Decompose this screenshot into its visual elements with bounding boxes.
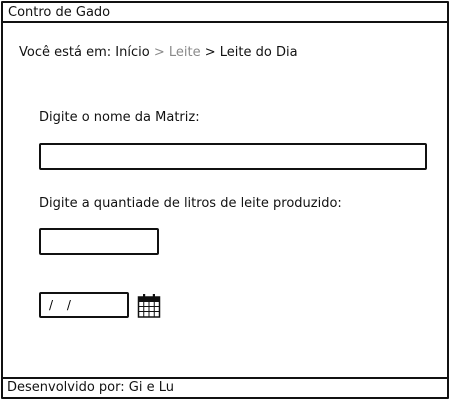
breadcrumb-leite-link[interactable]: Leite xyxy=(169,45,201,60)
litros-input[interactable] xyxy=(39,228,159,255)
window-title: Contro de Gado xyxy=(3,3,447,23)
breadcrumb-home-link[interactable]: Início xyxy=(115,45,149,60)
calendar-icon[interactable] xyxy=(137,293,161,319)
breadcrumb: Você está em: Início > Leite > Leite do … xyxy=(19,45,298,60)
matriz-label: Digite o nome da Matriz: xyxy=(39,110,200,125)
breadcrumb-current: Leite do Dia xyxy=(219,45,298,60)
footer-credit: Desenvolvido por: Gi e Lu xyxy=(3,377,447,397)
matriz-name-input[interactable] xyxy=(39,143,427,170)
breadcrumb-separator: > xyxy=(204,45,216,60)
breadcrumb-prefix: Você está em: xyxy=(19,45,112,60)
litros-label: Digite a quantiade de litros de leite pr… xyxy=(39,196,342,211)
breadcrumb-separator: > xyxy=(153,45,165,60)
date-input[interactable] xyxy=(39,292,129,318)
app-window: Contro de Gado Você está em: Início > Le… xyxy=(1,1,449,399)
